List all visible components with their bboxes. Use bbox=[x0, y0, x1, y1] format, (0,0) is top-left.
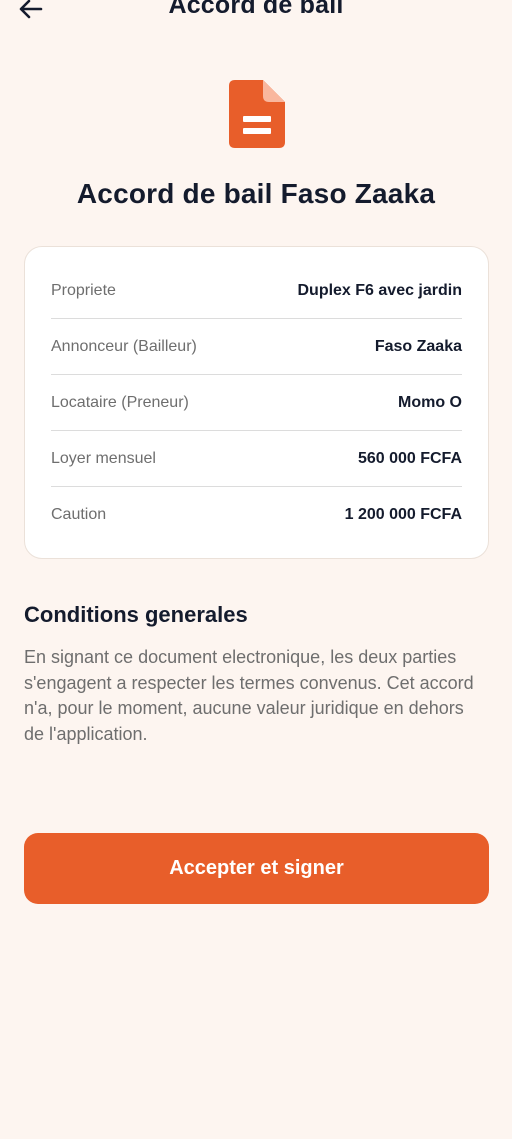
detail-label: Locataire (Preneur) bbox=[51, 393, 189, 411]
accept-and-sign-button[interactable]: Accepter et signer bbox=[24, 833, 489, 904]
detail-value: Momo O bbox=[398, 393, 462, 411]
detail-row-property: Propriete Duplex F6 avec jardin bbox=[51, 247, 462, 319]
document-icon bbox=[229, 80, 285, 148]
header-title: Accord de bail bbox=[168, 0, 344, 19]
detail-label: Annonceur (Bailleur) bbox=[51, 337, 197, 355]
page-title: Accord de bail Faso Zaaka bbox=[76, 178, 436, 209]
detail-value: Duplex F6 avec jardin bbox=[297, 281, 462, 299]
detail-row-landlord: Annonceur (Bailleur) Faso Zaaka bbox=[51, 319, 462, 375]
app-header: Accord de bail bbox=[0, 0, 512, 30]
detail-row-deposit: Caution 1 200 000 FCFA bbox=[51, 487, 462, 543]
conditions-text: En signant ce document electronique, les… bbox=[24, 647, 474, 744]
detail-label: Caution bbox=[51, 506, 107, 523]
detail-value: 560 000 FCFA bbox=[357, 449, 462, 467]
detail-row-monthly-rent: Loyer mensuel 560 000 FCFA bbox=[51, 431, 462, 487]
detail-label: Propriete bbox=[51, 281, 116, 299]
detail-label: Loyer mensuel bbox=[51, 449, 156, 467]
detail-value: Faso Zaaka bbox=[374, 337, 462, 355]
lease-details-card: Propriete Duplex F6 avec jardin Annonceu… bbox=[24, 246, 489, 559]
conditions-title: Conditions generales bbox=[24, 602, 248, 627]
detail-row-tenant: Locataire (Preneur) Momo O bbox=[51, 375, 462, 431]
lease-agreement-screen: Accord de bail Accord de bail Faso Zaaka… bbox=[0, 0, 512, 1139]
detail-value: 1 200 000 FCFA bbox=[344, 506, 462, 523]
